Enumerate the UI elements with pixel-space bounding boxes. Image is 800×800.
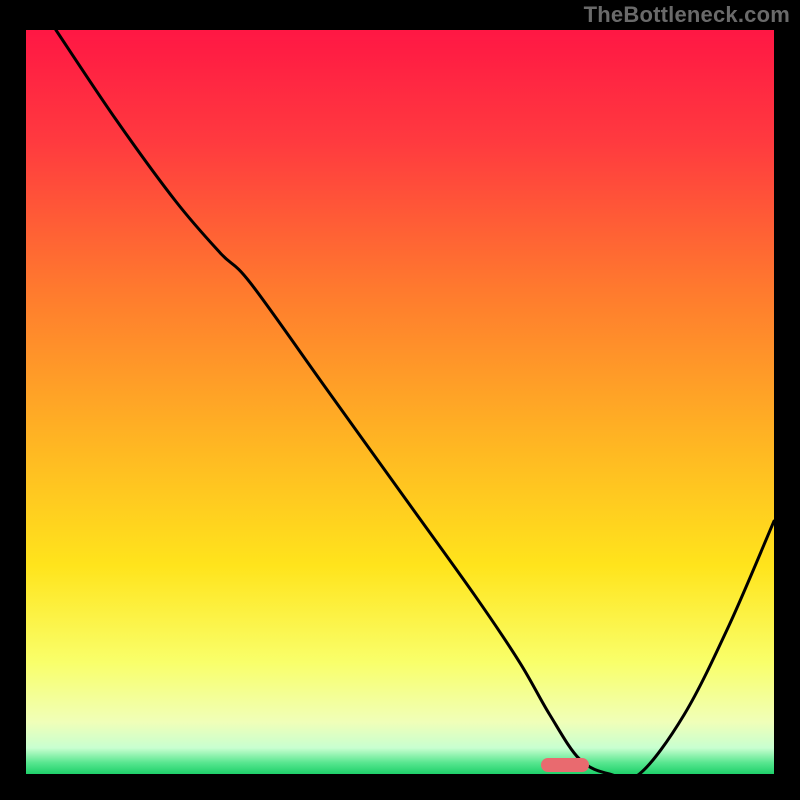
gradient-background — [26, 30, 774, 774]
optimal-marker — [541, 758, 589, 772]
chart-frame: TheBottleneck.com — [0, 0, 800, 800]
plot-area — [26, 30, 774, 774]
watermark-text: TheBottleneck.com — [584, 2, 790, 28]
chart-svg — [26, 30, 774, 774]
